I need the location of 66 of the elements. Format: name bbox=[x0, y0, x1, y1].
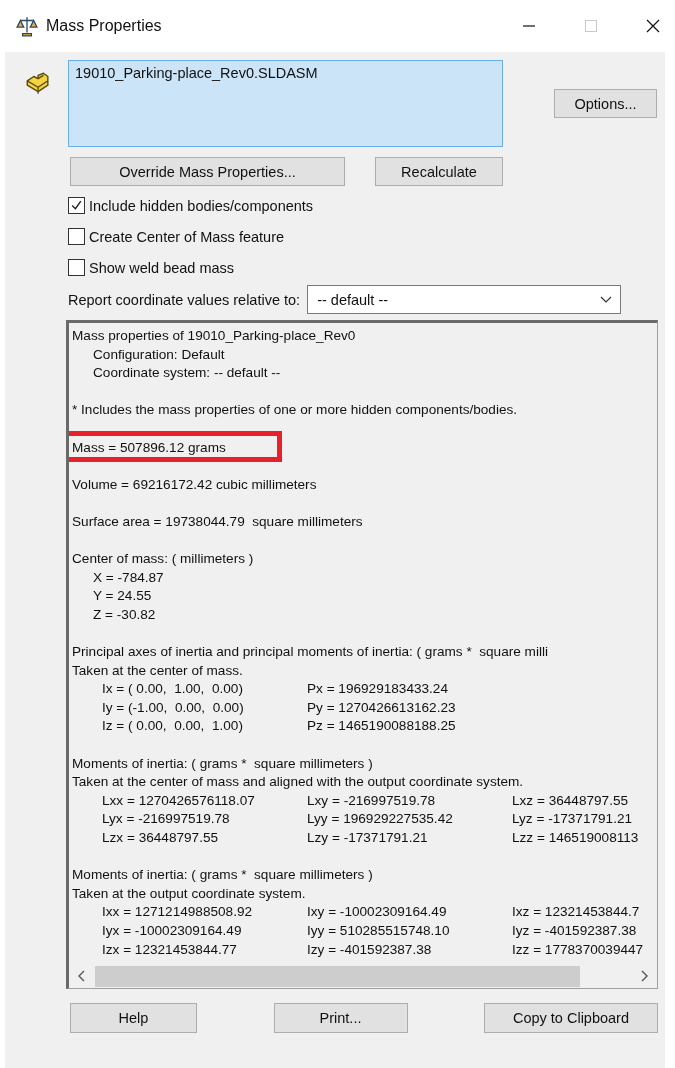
options-button[interactable]: Options... bbox=[554, 89, 657, 118]
report-value: Lzz = 146519008113 bbox=[512, 829, 640, 848]
help-button[interactable]: Help bbox=[70, 1003, 197, 1033]
balance-scale-icon bbox=[16, 15, 38, 37]
report-line: Moments of inertia: ( grams * square millimeters ) bbox=[72, 866, 374, 885]
scrollbar-thumb[interactable] bbox=[95, 965, 580, 987]
print-button[interactable]: Print... bbox=[273, 1003, 408, 1033]
checkbox[interactable] bbox=[68, 228, 85, 245]
report-line: Taken at the center of mass and aligned with the output coordinate system. bbox=[72, 773, 525, 792]
checkbox-label: Show weld bead mass bbox=[89, 259, 235, 276]
scroll-right-icon[interactable] bbox=[639, 969, 649, 983]
report-line: Z = -30.82 bbox=[92, 605, 157, 624]
copy-button[interactable]: Copy to Clipboard bbox=[484, 1003, 658, 1033]
report-value: Iyx = -10002309164.49 bbox=[102, 922, 243, 940]
report-line: * Includes the mass properties of one or more hidden components/bodies. bbox=[72, 401, 519, 420]
report-value: Lzy = -17371791.21 bbox=[307, 829, 429, 848]
report-value: Px = 196929183433.24 bbox=[307, 680, 449, 699]
recalculate-button[interactable]: Recalculate bbox=[375, 157, 503, 186]
list-item[interactable]: 19010_Parking-place_Rev0.SLDASM bbox=[75, 65, 496, 81]
report-value: Iyy = 510285515748.10 bbox=[307, 922, 451, 940]
report-value: Ix = ( 0.00, 1.00, 0.00) bbox=[102, 680, 244, 699]
report-line: Principal axes of inertia and principal moments of inertia: ( grams * square milli bbox=[72, 643, 549, 662]
report-value: Pz = 1465190088188.25 bbox=[307, 717, 457, 736]
report-value: Lyz = -17371791.21 bbox=[512, 810, 634, 829]
checkbox-label: Create Center of Mass feature bbox=[89, 228, 285, 245]
coordinate-dropdown[interactable]: -- default -- bbox=[307, 285, 622, 314]
window-title: Mass Properties bbox=[46, 17, 162, 35]
coordinate-label: Report coordinate values relative to: bbox=[68, 291, 301, 308]
checkbox[interactable] bbox=[68, 197, 85, 214]
report-line: Center of mass: ( millimeters ) bbox=[72, 550, 255, 569]
report-line: Configuration: Default bbox=[92, 345, 226, 364]
selection-list[interactable]: 19010_Parking-place_Rev0.SLDASM bbox=[68, 60, 503, 147]
report-value: Lxz = 36448797.55 bbox=[512, 791, 630, 810]
report-line: Mass properties of 19010_Parking-place_Rev0 bbox=[72, 327, 357, 345]
report-value: Lyx = -216997519.78 bbox=[102, 810, 231, 829]
report-value: Ixz = 12321453844.7 bbox=[512, 903, 641, 922]
checkbox-label: Include hidden bodies/components bbox=[89, 197, 314, 214]
report-value: Lxx = 1270426576118.07 bbox=[102, 791, 256, 810]
report-line: X = -784.87 bbox=[92, 568, 165, 587]
report-line: Coordinate system: -- default -- bbox=[92, 364, 282, 383]
report-value: Lxy = -216997519.78 bbox=[307, 791, 437, 810]
report-line: Taken at the center of mass. bbox=[72, 661, 244, 680]
report-line: Mass = 507896.12 grams bbox=[72, 438, 227, 457]
assembly-icon bbox=[24, 70, 50, 96]
report-value: Py = 1270426613162.23 bbox=[307, 698, 457, 717]
report-line: Moments of inertia: ( grams * square millimeters ) bbox=[72, 754, 374, 773]
maximize-icon bbox=[583, 18, 599, 34]
report-line: Volume = 69216172.42 cubic millimeters bbox=[72, 475, 318, 494]
override-button[interactable]: Override Mass Properties... bbox=[70, 157, 345, 186]
checkbox[interactable] bbox=[68, 259, 85, 276]
report-value: Iy = (-1.00, 0.00, 0.00) bbox=[102, 698, 245, 717]
report-line: Surface area = 19738044.79 square millimeters bbox=[72, 512, 364, 531]
report-line: Taken at the output coordinate system. bbox=[72, 884, 307, 903]
report-value: Lzx = 36448797.55 bbox=[102, 829, 220, 848]
close-icon[interactable] bbox=[645, 18, 661, 34]
report-value: Izx = 12321453844.77 bbox=[102, 940, 238, 959]
report-value: Lyy = 196929227535.42 bbox=[307, 810, 454, 829]
report-value: Ixy = -10002309164.49 bbox=[307, 903, 448, 922]
report-line: Y = 24.55 bbox=[92, 587, 153, 606]
report-value: Izy = -401592387.38 bbox=[307, 940, 433, 959]
scroll-left-icon[interactable] bbox=[77, 969, 87, 983]
report-value: Izz = 1778370039447 bbox=[512, 940, 645, 959]
report-value: Iz = ( 0.00, 0.00, 1.00) bbox=[102, 717, 244, 736]
report-value: Iyz = -401592387.38 bbox=[512, 922, 638, 940]
report-value: Ixx = 1271214988508.92 bbox=[102, 903, 254, 922]
caret-icon bbox=[600, 295, 613, 304]
